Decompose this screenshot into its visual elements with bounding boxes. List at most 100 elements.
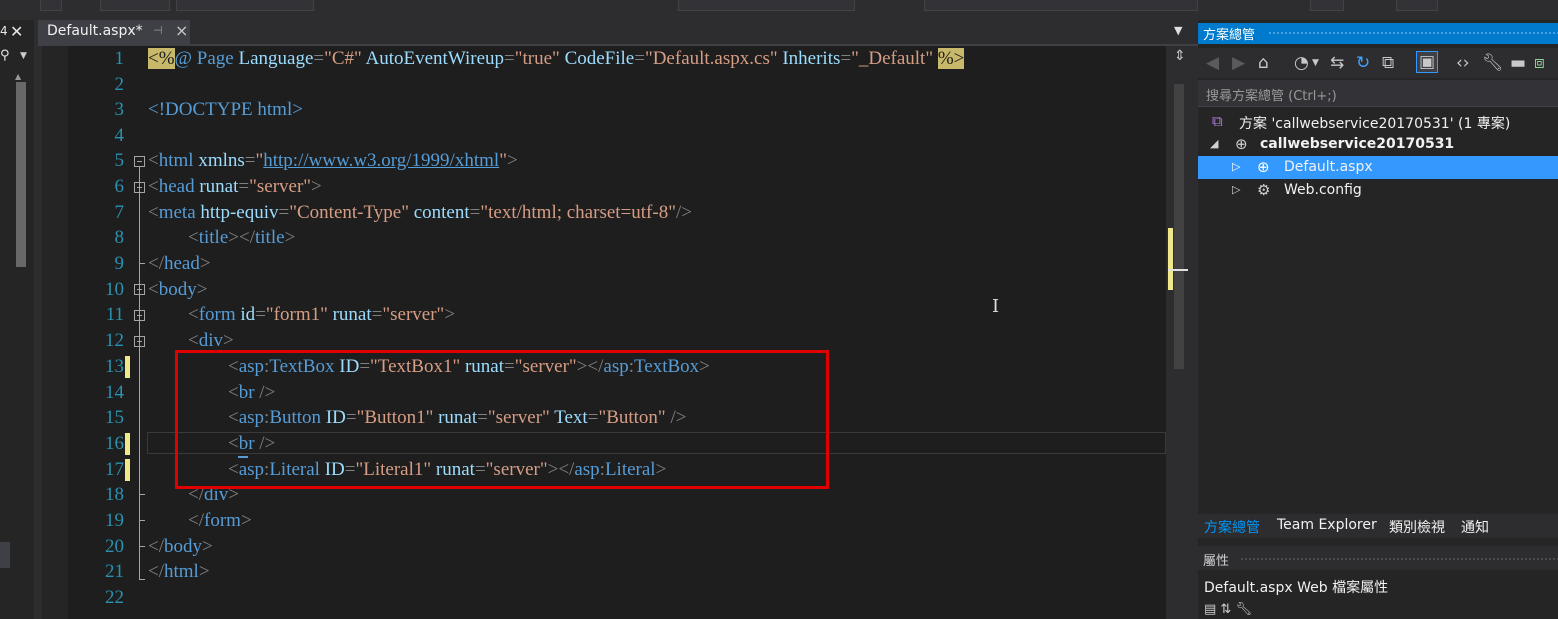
- document-tab-bar: Default.aspx* ⊣ × ▼: [34, 20, 1200, 46]
- line-number: 9: [114, 253, 125, 274]
- line-number: 18: [105, 484, 124, 505]
- toolbar-button[interactable]: [40, 0, 62, 11]
- view-code-icon[interactable]: ‹›: [1456, 53, 1470, 73]
- tree-item-website[interactable]: ◢ ⊕ callwebservice20170531: [1198, 133, 1558, 156]
- line-number: 21: [105, 561, 124, 582]
- ibeam-cursor-icon: I: [992, 296, 1000, 317]
- scroll-up-icon[interactable]: ▲: [15, 72, 21, 81]
- outline-guide: [139, 520, 145, 521]
- chevron-down-icon[interactable]: ▼: [20, 51, 27, 61]
- collapse-all-icon[interactable]: ⧉: [1382, 53, 1394, 73]
- solution-icon: ⧉: [1212, 112, 1223, 130]
- panel-marker: [0, 542, 10, 568]
- panel-title: 方案總管: [1203, 28, 1256, 43]
- panel-titlebar[interactable]: 方案總管: [1198, 23, 1558, 44]
- change-overview-marker: [1168, 228, 1173, 290]
- toolbar-button[interactable]: [1310, 0, 1344, 11]
- tree-item-solution[interactable]: ⧉ 方案 'callwebservice20170531' (1 專案): [1198, 110, 1558, 133]
- collapsed-arrow-icon[interactable]: ▷: [1232, 183, 1240, 196]
- tool-window-tabs: 方案總管 Team Explorer 類別檢視 通知: [1198, 514, 1558, 538]
- line-number: 7: [114, 202, 125, 223]
- code-line-6: <head runat="server">: [148, 176, 322, 197]
- tab-solution-explorer[interactable]: 方案總管: [1204, 517, 1260, 537]
- line-number: 10: [105, 279, 124, 300]
- pin-icon[interactable]: ⊣: [153, 24, 163, 37]
- toolbar-dropdown[interactable]: [100, 0, 170, 11]
- code-editor[interactable]: 1 2 3 4 5 6 7 8 9 10 11 12 13 14 15 16 17 18 19 20 21 22 <%@ …: [42, 46, 1196, 619]
- search-solution-explorer-input[interactable]: 搜尋方案總管 (Ctrl+;): [1198, 80, 1558, 107]
- properties-object-selector[interactable]: Default.aspx Web 檔案屬性: [1204, 577, 1388, 597]
- collapsed-arrow-icon[interactable]: ▷: [1232, 160, 1240, 173]
- tree-item-default-aspx[interactable]: ▷ ⊕ Default.aspx: [1198, 156, 1558, 179]
- drag-grip[interactable]: [1268, 31, 1558, 36]
- split-handle-icon[interactable]: ⇕: [1174, 48, 1186, 64]
- scrollbar-thumb[interactable]: [1174, 84, 1184, 369]
- line-number: 12: [105, 330, 124, 351]
- code-line-8: <title></title>: [188, 227, 296, 248]
- toolbar-combo[interactable]: [678, 0, 855, 11]
- tab-class-view[interactable]: 類別檢視: [1389, 517, 1445, 537]
- line-number: 4: [114, 125, 125, 146]
- toolbar-combo[interactable]: [924, 0, 1198, 11]
- tab-dropdown-icon[interactable]: ▼: [1174, 24, 1182, 37]
- tree-item-web-config[interactable]: ▷ ⚙ Web.config: [1198, 179, 1558, 202]
- minus-icon[interactable]: ▬: [1510, 53, 1526, 73]
- line-number: 19: [105, 510, 124, 531]
- code-line-9: </head>: [148, 253, 211, 274]
- annotation-highlight-box: [175, 350, 829, 489]
- back-icon[interactable]: ◀: [1206, 53, 1219, 73]
- line-number: 22: [105, 587, 124, 608]
- toolbar-button[interactable]: [1396, 0, 1438, 11]
- code-line-12: <div>: [188, 330, 234, 351]
- toolbar-dropdown[interactable]: [176, 0, 314, 11]
- change-marker: [125, 433, 130, 455]
- code-line-21: </html>: [148, 561, 210, 582]
- properties-titlebar[interactable]: 屬性: [1198, 546, 1558, 570]
- search-icon[interactable]: ⚲: [0, 48, 10, 63]
- scrollbar-thumb[interactable]: [16, 82, 26, 267]
- pending-changes-filter-icon[interactable]: ◔: [1294, 53, 1309, 73]
- vertical-scrollbar[interactable]: ⇕: [1166, 46, 1196, 619]
- properties-wrench-icon[interactable]: 🔧︎: [1482, 53, 1504, 73]
- refresh-icon[interactable]: ↻: [1356, 53, 1370, 73]
- properties-title: 屬性: [1203, 554, 1230, 569]
- expanded-arrow-icon[interactable]: ◢: [1210, 137, 1218, 150]
- tab-team-explorer[interactable]: Team Explorer: [1277, 517, 1377, 533]
- solution-explorer-panel: 方案總管 ◀ ▶ ⌂ ◔ ▼ ⇆ ↻ ⧉ ▣ ‹› 🔧︎ ▬ ⧈ 搜尋方案總管 …: [1198, 20, 1558, 619]
- outline-guide: [139, 579, 145, 580]
- close-icon[interactable]: ×: [175, 21, 188, 40]
- chevron-down-icon[interactable]: ▼: [1312, 58, 1319, 68]
- drag-grip[interactable]: [1240, 557, 1558, 562]
- class-diagram-icon[interactable]: ⧈: [1534, 53, 1545, 73]
- outline-guide: [139, 167, 140, 579]
- collapse-toggle[interactable]: [134, 156, 145, 167]
- tree-item-label: 方案 'callwebservice20170531' (1 專案): [1239, 116, 1511, 132]
- categorized-icon[interactable]: ▤ ⇅ 🔧︎: [1204, 602, 1252, 617]
- solution-explorer-toolbar: ◀ ▶ ⌂ ◔ ▼ ⇆ ↻ ⧉ ▣ ‹› 🔧︎ ▬ ⧈: [1198, 48, 1558, 78]
- tab-default-aspx[interactable]: Default.aspx* ⊣ ×: [38, 20, 190, 44]
- code-line-7: <meta http-equiv="Content-Type" content=…: [148, 202, 692, 223]
- code-line-20: </body>: [148, 536, 213, 557]
- code-line-10: <body>: [148, 279, 208, 300]
- line-number: 20: [105, 536, 124, 557]
- object-description: Web 檔案屬性: [1297, 580, 1389, 596]
- line-number: 14: [105, 382, 124, 403]
- website-icon: ⊕: [1235, 135, 1248, 153]
- line-number: 5: [114, 150, 125, 171]
- tab-notifications[interactable]: 通知: [1461, 517, 1489, 537]
- home-icon[interactable]: ⌂: [1258, 53, 1269, 73]
- top-toolbar: [0, 0, 1558, 20]
- collapse-toggle[interactable]: [134, 310, 145, 321]
- collapse-toggle[interactable]: [134, 336, 145, 347]
- show-all-files-icon[interactable]: ▣: [1416, 51, 1439, 73]
- collapse-toggle[interactable]: [134, 284, 145, 295]
- outline-guide: [139, 546, 145, 547]
- close-icon[interactable]: ✕: [10, 22, 23, 41]
- line-number: 11: [105, 304, 124, 325]
- line-number: 2: [114, 74, 125, 95]
- outline-guide: [139, 494, 145, 495]
- line-number: 6: [114, 176, 125, 197]
- forward-icon[interactable]: ▶: [1232, 53, 1245, 73]
- sync-icon[interactable]: ⇆: [1330, 53, 1344, 73]
- search-placeholder: 搜尋方案總管 (Ctrl+;): [1206, 89, 1337, 104]
